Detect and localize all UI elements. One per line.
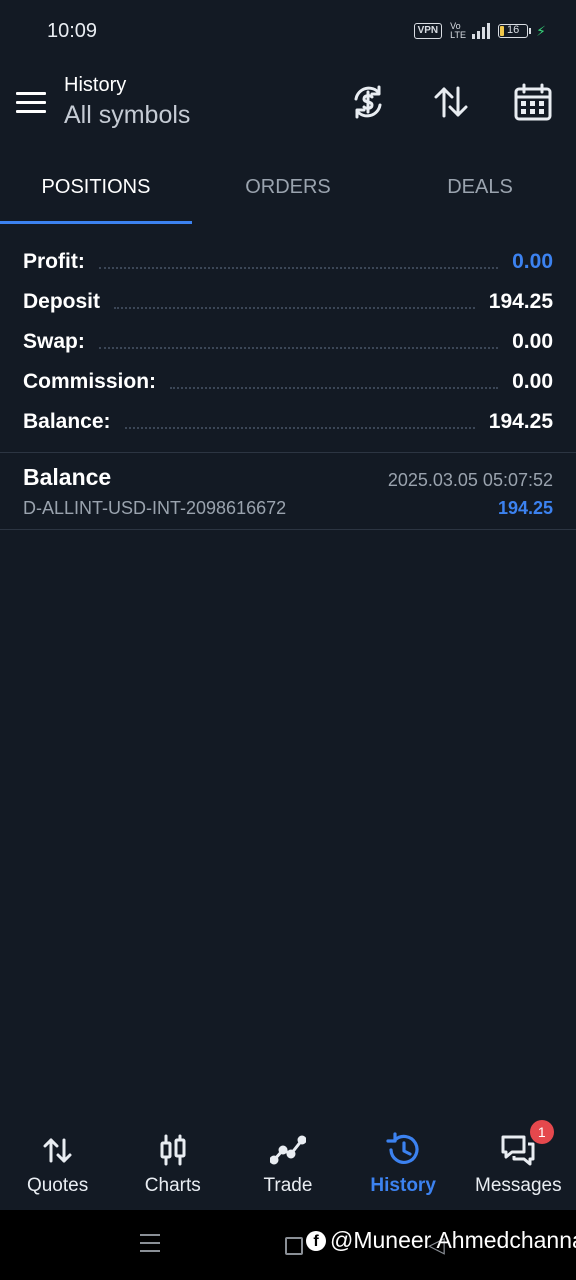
- vpn-icon: VPN: [413, 23, 443, 39]
- quotes-icon: [43, 1138, 72, 1163]
- menu-icon[interactable]: [16, 92, 48, 114]
- nav-trade[interactable]: Trade: [230, 1118, 345, 1210]
- recents-icon[interactable]: [140, 1234, 160, 1254]
- battery-icon: 16: [498, 24, 532, 38]
- divider: [0, 529, 576, 530]
- signal-icon: [472, 23, 491, 39]
- symbol-filter: All symbols: [64, 101, 191, 129]
- nav-label: History: [370, 1175, 436, 1196]
- calendar-icon[interactable]: [513, 82, 553, 122]
- summary-value: 194.25: [488, 290, 553, 313]
- system-nav-bar: ◁ f @Muneer Ahmedchanna: [0, 1210, 576, 1280]
- summary-value: 0.00: [512, 330, 553, 353]
- active-tab-indicator: [0, 221, 192, 224]
- tab-orders[interactable]: ORDERS: [192, 160, 384, 224]
- deal-time: 2025.03.05 05:07:52: [387, 470, 553, 490]
- dotted-leader: [98, 267, 499, 269]
- deal-comment: D-ALLINT-USD-INT-2098616672: [23, 498, 287, 518]
- summary-panel: Profit: 0.00 Deposit 194.25 Swap: 0.00 C…: [23, 242, 553, 442]
- summary-row-profit: Profit: 0.00: [23, 242, 553, 282]
- nav-messages[interactable]: Messages 1: [461, 1118, 576, 1210]
- nav-label: Trade: [263, 1175, 313, 1196]
- home-icon[interactable]: [285, 1237, 303, 1255]
- facebook-icon: f: [306, 1230, 326, 1251]
- summary-value: 194.25: [488, 410, 553, 433]
- status-time: 10:09: [47, 20, 98, 42]
- summary-label: Deposit: [23, 290, 101, 313]
- watermark-text: @Muneer Ahmedchanna: [330, 1227, 576, 1253]
- status-bar: 10:09 VPN Vo LTE 16 ⚡: [0, 0, 576, 64]
- nav-label: Quotes: [26, 1175, 89, 1196]
- nav-history[interactable]: History: [346, 1118, 461, 1210]
- dotted-leader: [98, 347, 499, 349]
- nav-label: Charts: [144, 1175, 201, 1196]
- watermark: f @Muneer Ahmedchanna: [306, 1227, 576, 1254]
- summary-value: 0.00: [512, 250, 553, 273]
- volte-icon: Vo LTE: [450, 21, 466, 40]
- deal-row[interactable]: Balance 2025.03.05 05:07:52 D-ALLINT-USD…: [0, 454, 576, 530]
- nav-quotes[interactable]: Quotes: [0, 1118, 115, 1210]
- history-icon: [386, 1132, 419, 1164]
- trade-line-icon: [269, 1135, 307, 1165]
- divider: [0, 452, 576, 453]
- title-block[interactable]: History All symbols: [64, 74, 190, 130]
- tab-deals[interactable]: DEALS: [384, 160, 576, 224]
- summary-row-commission: Commission: 0.00: [23, 362, 553, 402]
- status-icons: VPN Vo LTE 16 ⚡: [413, 21, 546, 40]
- summary-row-balance: Balance: 194.25: [23, 402, 553, 442]
- summary-value: 0.00: [512, 370, 553, 393]
- deal-amount: 194.25: [497, 498, 553, 518]
- page-title: History: [64, 74, 127, 96]
- nav-charts[interactable]: Charts: [115, 1118, 230, 1210]
- currency-exchange-icon[interactable]: [348, 82, 388, 122]
- tab-positions[interactable]: POSITIONS: [0, 160, 192, 224]
- sort-icon[interactable]: [431, 82, 471, 122]
- battery-level: 16: [507, 24, 520, 36]
- dotted-leader: [114, 307, 475, 309]
- app-header: History All symbols: [0, 64, 576, 144]
- charging-icon: ⚡: [536, 22, 546, 39]
- history-tabs: POSITIONS ORDERS DEALS: [0, 160, 576, 224]
- summary-row-swap: Swap: 0.00: [23, 322, 553, 362]
- summary-label: Swap:: [23, 330, 85, 353]
- deal-type: Balance: [23, 464, 112, 490]
- summary-label: Profit:: [23, 250, 85, 273]
- nav-label: Messages: [475, 1175, 562, 1196]
- summary-label: Commission:: [23, 370, 157, 393]
- summary-row-deposit: Deposit 194.25: [23, 282, 553, 322]
- dotted-leader: [124, 427, 475, 429]
- bottom-nav: Quotes Charts Trade History Messages 1: [0, 1118, 576, 1210]
- candlestick-icon: [160, 1134, 186, 1166]
- unread-badge: 1: [529, 1120, 554, 1144]
- summary-label: Balance:: [23, 410, 111, 433]
- dotted-leader: [170, 387, 499, 389]
